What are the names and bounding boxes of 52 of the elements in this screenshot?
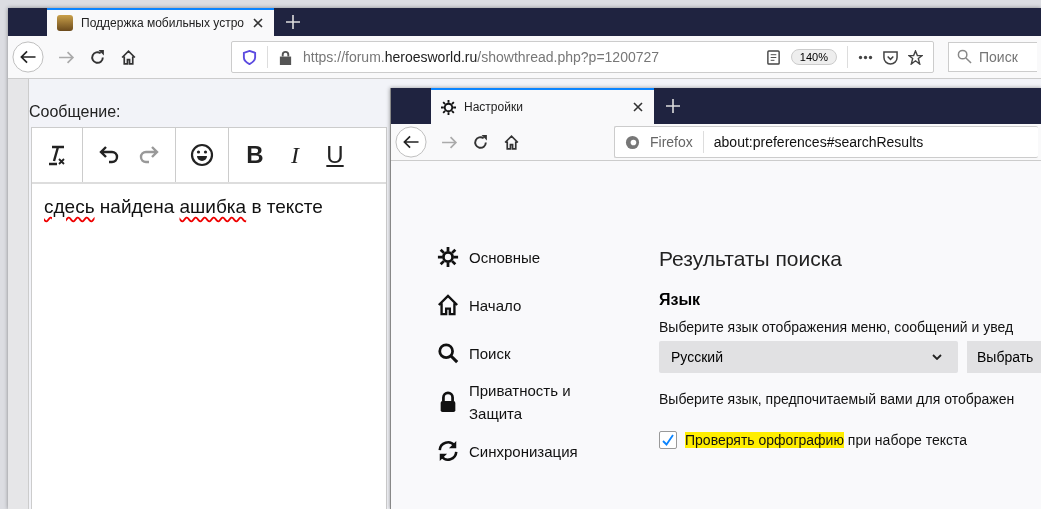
browser-logo-icon bbox=[625, 134, 640, 150]
search-icon bbox=[957, 49, 972, 64]
search-field[interactable]: Поиск bbox=[948, 42, 1037, 72]
category-item[interactable]: Основные bbox=[437, 233, 589, 281]
message-editor[interactable]: B I U сдесь найдена ашибка в тексте bbox=[31, 127, 387, 509]
category-item[interactable]: Приватность и Защита bbox=[437, 377, 589, 427]
close-icon[interactable] bbox=[252, 17, 264, 29]
smiley-icon bbox=[190, 143, 214, 167]
message-text: сдесь найдена ашибка в тексте bbox=[44, 196, 324, 218]
reload-icon[interactable] bbox=[89, 48, 106, 66]
url-text: https://forum.heroesworld.ru/showthread.php?p=1200727 bbox=[303, 49, 661, 65]
back-icon[interactable] bbox=[395, 126, 427, 158]
category-item[interactable]: Синхронизация bbox=[437, 427, 589, 475]
identity-label: Firefox bbox=[650, 134, 693, 150]
choose-button[interactable]: Выбрать bbox=[967, 341, 1041, 373]
address-bar[interactable]: https://forum.heroesworld.ru/showthread.php?p=1200727 140% bbox=[231, 41, 934, 73]
lock-icon bbox=[278, 49, 293, 65]
pocket-icon[interactable] bbox=[883, 49, 898, 65]
description-text: Выберите язык, предпочитаемый вами для отображен bbox=[659, 391, 1015, 407]
reader-view-icon[interactable] bbox=[765, 49, 781, 65]
section-title: Язык bbox=[659, 291, 701, 309]
browser-tab[interactable]: Поддержка мобильных устро bbox=[47, 8, 274, 36]
browser-tab[interactable]: Настройки bbox=[431, 88, 654, 124]
back-icon[interactable] bbox=[12, 41, 44, 73]
close-icon[interactable] bbox=[632, 101, 644, 113]
home-icon[interactable] bbox=[120, 48, 137, 66]
url-text: about:preferences#searchResults bbox=[713, 134, 925, 150]
sync-icon bbox=[437, 440, 459, 462]
language-dropdown[interactable]: Русский bbox=[659, 341, 958, 373]
bold-button[interactable]: B bbox=[235, 128, 275, 182]
italic-button[interactable]: I bbox=[275, 128, 315, 182]
gear-icon bbox=[437, 246, 459, 268]
search-results-heading: Результаты поиска bbox=[659, 247, 843, 271]
shield-icon bbox=[242, 49, 257, 65]
message-label: Сообщение: bbox=[29, 103, 121, 121]
home-icon[interactable] bbox=[503, 133, 520, 151]
home-icon bbox=[437, 294, 459, 316]
site-favicon-icon bbox=[57, 15, 73, 31]
star-icon[interactable] bbox=[908, 49, 923, 65]
address-bar[interactable]: Firefox about:preferences#searchResults bbox=[614, 126, 1038, 158]
chevron-down-icon bbox=[932, 354, 942, 360]
zoom-level-button[interactable]: 140% bbox=[790, 49, 837, 65]
category-item[interactable]: Поиск bbox=[437, 329, 589, 377]
search-icon bbox=[437, 342, 459, 364]
reload-icon[interactable] bbox=[472, 133, 489, 151]
underline-button[interactable]: U bbox=[315, 128, 355, 182]
new-tab-icon[interactable] bbox=[666, 99, 680, 113]
description-text: Выберите язык отображения меню, сообщений и увед bbox=[659, 319, 1014, 335]
settings-icon bbox=[441, 99, 456, 115]
new-tab-icon[interactable] bbox=[286, 15, 300, 29]
category-item[interactable]: Начало bbox=[437, 281, 589, 329]
checkbox[interactable] bbox=[659, 431, 677, 449]
